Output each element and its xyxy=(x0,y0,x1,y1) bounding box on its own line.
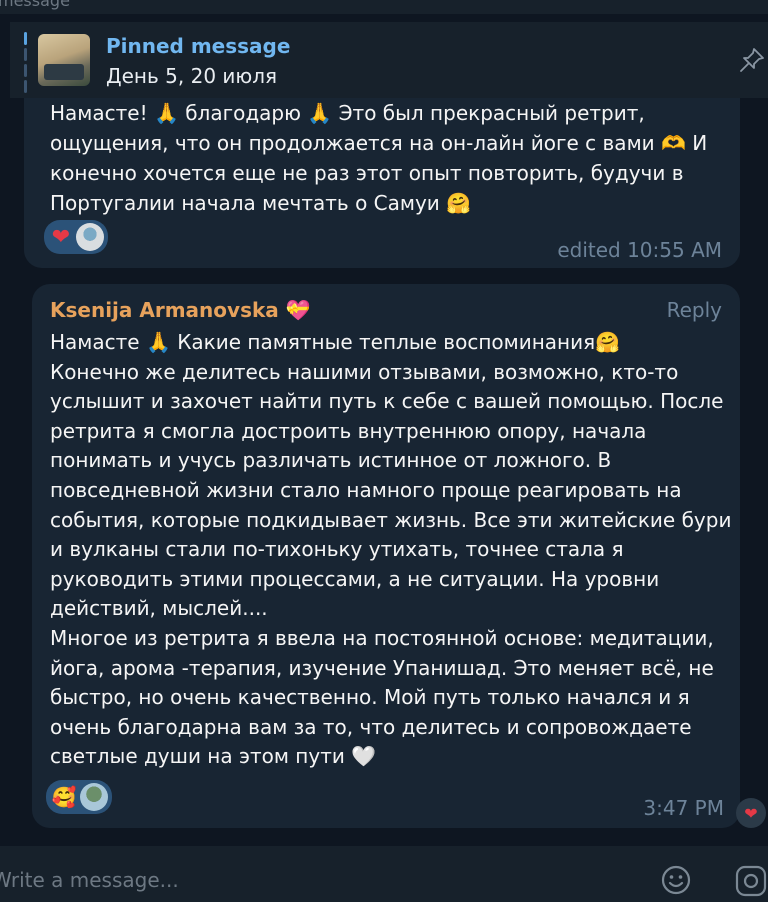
smiling-face-reaction-icon[interactable]: 🥰 xyxy=(50,785,78,809)
message-input[interactable]: Write a message... xyxy=(0,868,179,892)
message-composer[interactable]: Write a message... xyxy=(0,846,768,902)
top-header-fragment: message xyxy=(0,0,768,14)
pinned-thumbnail xyxy=(38,34,90,86)
sticker-icon[interactable] xyxy=(734,864,768,898)
reactions[interactable]: 🥰 xyxy=(46,780,112,814)
heart-reaction-icon[interactable]: ❤ xyxy=(736,798,766,828)
header-fragment-text: message xyxy=(0,0,70,10)
emoji-icon[interactable] xyxy=(660,864,692,896)
message-text: Намасте! 🙏 благодарю 🙏 Это был прекрасны… xyxy=(50,101,708,215)
reply-button[interactable]: Reply xyxy=(667,298,722,322)
pinned-title: Pinned message xyxy=(106,34,291,58)
message-bubble[interactable]: Намасте! 🙏 благодарю 🙏 Это был прекрасны… xyxy=(24,98,740,268)
message-bubble[interactable]: Ksenija Armanovska 💝 Reply Намасте 🙏 Как… xyxy=(32,284,740,828)
pinned-text: День 5, 20 июля xyxy=(106,64,278,88)
reactor-avatar xyxy=(76,223,104,251)
unpin-icon[interactable] xyxy=(738,46,766,74)
heart-reaction-icon[interactable]: ❤ xyxy=(48,224,74,250)
message-text: Намасте 🙏 Какие памятные теплые воспомин… xyxy=(50,330,732,769)
pinned-indicator xyxy=(24,32,27,93)
reactions[interactable]: ❤ xyxy=(44,220,108,254)
pinned-message-bar[interactable]: Pinned message День 5, 20 июля xyxy=(10,22,768,98)
message-time: edited 10:55 AM xyxy=(557,238,722,262)
message-author[interactable]: Ksenija Armanovska 💝 xyxy=(50,298,311,322)
message-time: 3:47 PM xyxy=(643,796,724,820)
reactor-avatar xyxy=(80,783,108,811)
